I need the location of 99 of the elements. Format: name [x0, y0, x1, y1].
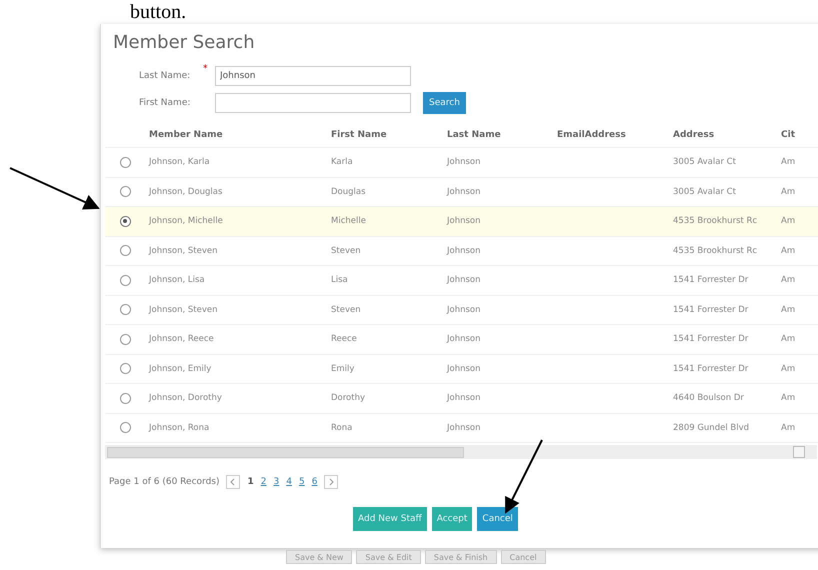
radio-button[interactable] [120, 186, 130, 198]
table-cell-text: Johnson, Emily [148, 364, 212, 374]
table-row[interactable]: Johnson, Emily Emily Johnson 1541 Forrester Dr Am [105, 354, 818, 384]
table-cell-text: 1541 Forrester Dr [672, 304, 750, 315]
dialog-button[interactable]: Accept [432, 507, 472, 531]
input-field[interactable] [215, 93, 411, 113]
table-cell-text: Am [780, 422, 796, 433]
table-cell-text: 4535 Brookhurst Rc [672, 246, 758, 256]
table-row[interactable]: Johnson, Dorothy Dorothy Johnson 4640 Boulson Dr Am [105, 384, 818, 414]
table-cell-text: Michelle [330, 216, 367, 226]
search-button[interactable]: Search [423, 92, 466, 114]
page-link[interactable]: 1 [247, 477, 254, 487]
table-cell-text: Johnson [446, 216, 482, 226]
column-header: Cit [780, 130, 796, 140]
table-cell-text: Johnson [446, 304, 482, 315]
page-link[interactable]: 3 [273, 477, 280, 487]
page-summary: Page 1 of 6 (60 Records) [109, 477, 220, 487]
table-cell-text: Johnson [446, 246, 482, 256]
table-cell-text: Johnson, Michelle [148, 216, 224, 226]
page-link[interactable]: 2 [260, 477, 266, 487]
page-link[interactable]: 5 [298, 477, 305, 487]
field-label: Last Name: [139, 71, 192, 81]
radio-button[interactable] [120, 334, 130, 345]
table-row[interactable]: Johnson, Steven Steven Johnson 4535 Brookhurst Rc Am [105, 236, 818, 266]
table-cell-text: Karla [330, 157, 354, 168]
table-cell-text: Johnson, Lisa [148, 275, 206, 286]
horizontal-scrollbar[interactable] [105, 445, 817, 459]
table-row[interactable]: Johnson, Michelle Michelle Johnson 4535 Brookhurst Rc Am [105, 207, 818, 236]
table-cell-text: Am [780, 393, 796, 404]
radio-button[interactable] [120, 363, 130, 374]
table-cell-text: Am [780, 186, 796, 197]
column-header: EmailAddress [556, 130, 627, 140]
table-cell-text: Johnson, Reece [148, 334, 215, 344]
table-row[interactable]: Johnson, Karla Karla Johnson 3005 Avalar Ct Am [105, 148, 818, 178]
table-cell-text: Johnson [446, 186, 482, 197]
table-cell-text: 2809 Gundel Blvd [672, 422, 750, 433]
table-cell-text: Am [780, 364, 796, 374]
table-cell-text: Rona [330, 422, 354, 433]
background-button[interactable]: Cancel [500, 550, 546, 564]
table-cell-text: 3005 Avalar Ct [672, 157, 737, 168]
table-cell-text: 4535 Brookhurst Rc [672, 216, 758, 226]
table-cell-text: Am [780, 157, 796, 168]
table-cell-text: 1541 Forrester Dr [672, 364, 750, 374]
table-row[interactable]: Johnson, Steven Steven Johnson 1541 Forrester Dr Am [105, 296, 818, 325]
table-cell-text: 1541 Forrester Dr [672, 275, 750, 286]
table-cell-text: Johnson, Dorothy [148, 393, 223, 404]
table-cell-text: 3005 Avalar Ct [672, 186, 737, 197]
table-cell-text: Johnson [446, 393, 482, 404]
page-link[interactable]: 4 [286, 477, 292, 487]
radio-button[interactable] [120, 274, 130, 286]
table-cell-text: Johnson [446, 334, 482, 344]
table-cell-text: Johnson [446, 275, 482, 286]
table-cell-text: Johnson, Rona [148, 422, 210, 433]
table-cell-text: Johnson, Steven [148, 304, 219, 315]
table-cell-text: Johnson, Karla [148, 157, 211, 168]
table-cell-text: Am [780, 275, 796, 286]
next-page-icon[interactable] [324, 475, 338, 489]
table-cell-text: 4640 Boulson Dr [672, 393, 745, 404]
radio-button[interactable] [120, 216, 130, 227]
dialog-button[interactable]: Add New Staff [353, 507, 427, 531]
column-header: Last Name [446, 130, 502, 140]
radio-button[interactable] [120, 245, 130, 256]
radio-button[interactable] [120, 304, 130, 316]
table-cell-text: Johnson [446, 364, 482, 374]
field-label: First Name: [139, 98, 192, 108]
table-cell-text: Lisa [330, 275, 349, 286]
table-row[interactable]: Johnson, Lisa Lisa Johnson 1541 Forrester Dr Am [105, 266, 818, 296]
table-cell-text: Johnson [446, 157, 482, 168]
table-cell-text: Am [780, 304, 796, 315]
dialog-button[interactable]: Cancel [477, 507, 518, 531]
background-button[interactable]: Save & Edit [356, 550, 421, 564]
table-cell-text: Johnson [446, 422, 482, 433]
table-row[interactable]: Johnson, Reece Reece Johnson 1541 Forrester Dr Am [105, 325, 818, 354]
column-header: Address [672, 130, 716, 140]
page-link[interactable]: 6 [312, 477, 318, 487]
table-cell-text: Am [780, 334, 796, 344]
radio-button[interactable] [120, 422, 130, 434]
column-header: Member Name [148, 130, 224, 140]
required-marker: * [203, 64, 208, 74]
table-cell-text: 1541 Forrester Dr [672, 334, 750, 344]
radio-button[interactable] [120, 156, 130, 168]
table-cell-text: Reece [330, 334, 358, 344]
dialog-title: Member Search [112, 31, 256, 55]
table-cell-text: Johnson, Douglas [148, 186, 224, 197]
table-cell-text: Am [780, 246, 796, 256]
table-row[interactable]: Johnson, Rona Rona Johnson 2809 Gundel Blvd Am [105, 414, 818, 443]
table-cell-text: Douglas [330, 186, 367, 197]
previous-page-icon[interactable] [226, 475, 240, 489]
background-button[interactable]: Save & Finish [424, 550, 497, 564]
column-header: First Name [330, 130, 388, 140]
radio-button[interactable] [120, 392, 130, 404]
document-text: button. [130, 0, 186, 24]
table-cell-text: Steven [330, 304, 362, 315]
table-cell-text: Emily [330, 364, 356, 374]
table-cell-text: Am [780, 216, 796, 226]
background-button[interactable]: Save & New [286, 550, 352, 564]
table-cell-text: Steven [330, 246, 362, 256]
table-cell-text: Dorothy [330, 393, 366, 404]
table-cell-text: Johnson, Steven [148, 246, 219, 256]
